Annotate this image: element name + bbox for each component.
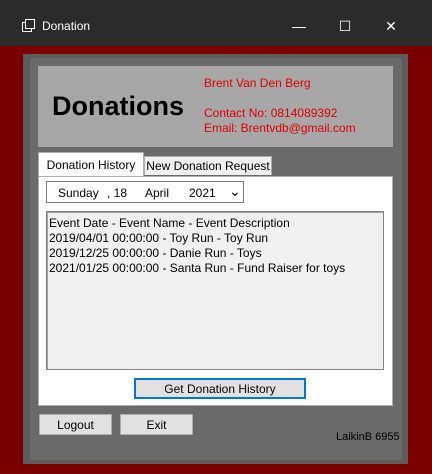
tab-new-donation-request[interactable]: New Donation Request [144, 156, 272, 175]
list-item[interactable]: 2021/01/25 00:00:00 - Santa Run - Fund R… [49, 261, 345, 275]
list-item[interactable]: Event Date - Event Name - Event Descript… [49, 216, 290, 230]
chevron-down-icon[interactable]: ⌄ [229, 183, 241, 200]
date-year: 2021 [189, 186, 216, 200]
tab-label: Donation History [46, 157, 136, 172]
contact-email: Email: Brentvdb@gmail.com [204, 121, 356, 135]
date-weekday: Sunday [58, 186, 99, 200]
date-month: April [145, 186, 170, 200]
minimize-button[interactable]: — [276, 12, 322, 40]
window-title: Donation [42, 19, 91, 33]
app-window-icon [22, 19, 35, 32]
minimize-icon: — [292, 18, 306, 34]
event-date-picker[interactable]: Sunday , 18 April 2021 ⌄ [46, 181, 244, 203]
close-button[interactable]: ✕ [368, 12, 414, 40]
close-icon: ✕ [385, 17, 397, 34]
donation-history-list[interactable]: Event Date - Event Name - Event Descript… [46, 211, 384, 370]
contact-phone: Contact No: 0814089392 [204, 106, 338, 120]
header-panel: Donations Brent Van Den Berg Contact No:… [38, 66, 393, 147]
list-item[interactable]: 2019/12/25 00:00:00 - Danie Run - Toys [49, 246, 262, 260]
list-item[interactable]: 2019/04/01 00:00:00 - Toy Run - Toy Run [49, 231, 268, 245]
tab-donation-history[interactable]: Donation History [38, 152, 144, 176]
tab-label: New Donation Request [146, 159, 270, 173]
exit-button[interactable]: Exit [120, 414, 193, 435]
get-donation-history-button[interactable]: Get Donation History [134, 378, 306, 399]
maximize-icon: ☐ [338, 17, 352, 34]
footer-label: LaikinB 6955 [336, 431, 400, 443]
date-day: , 18 [107, 186, 128, 200]
page-title: Donations [52, 91, 184, 121]
contact-name: Brent Van Den Berg [204, 76, 311, 90]
logout-button[interactable]: Logout [39, 414, 112, 435]
maximize-button[interactable]: ☐ [322, 12, 368, 40]
title-bar: Donation — ☐ ✕ [0, 0, 432, 46]
